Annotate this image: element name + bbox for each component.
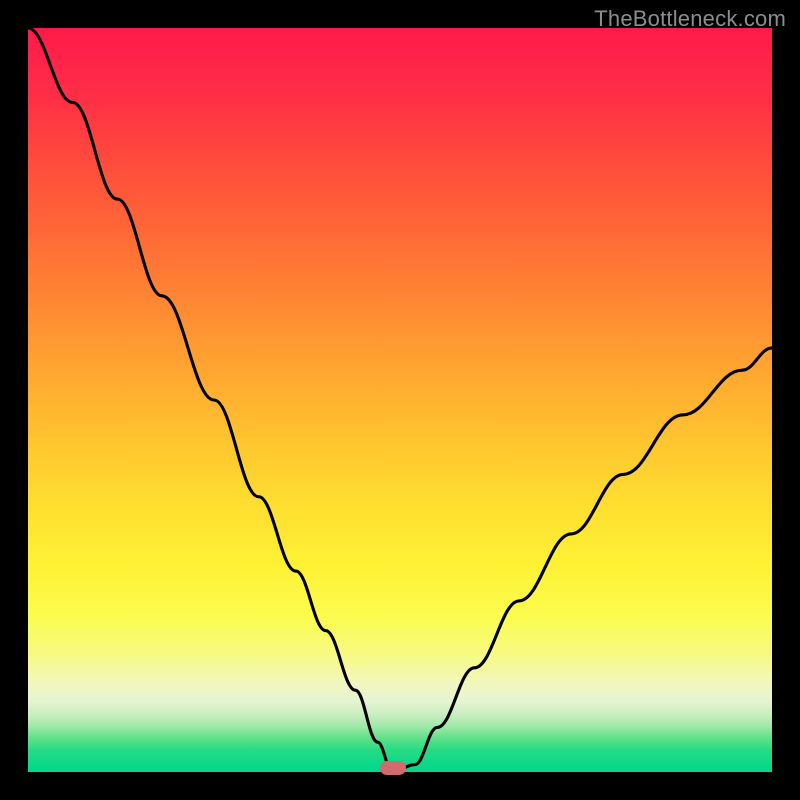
chart-plot-area [28, 28, 772, 772]
bottleneck-curve-path [28, 28, 772, 772]
watermark-text: TheBottleneck.com [594, 6, 786, 32]
chart-curve-layer [28, 28, 772, 772]
minimum-marker [380, 761, 406, 775]
